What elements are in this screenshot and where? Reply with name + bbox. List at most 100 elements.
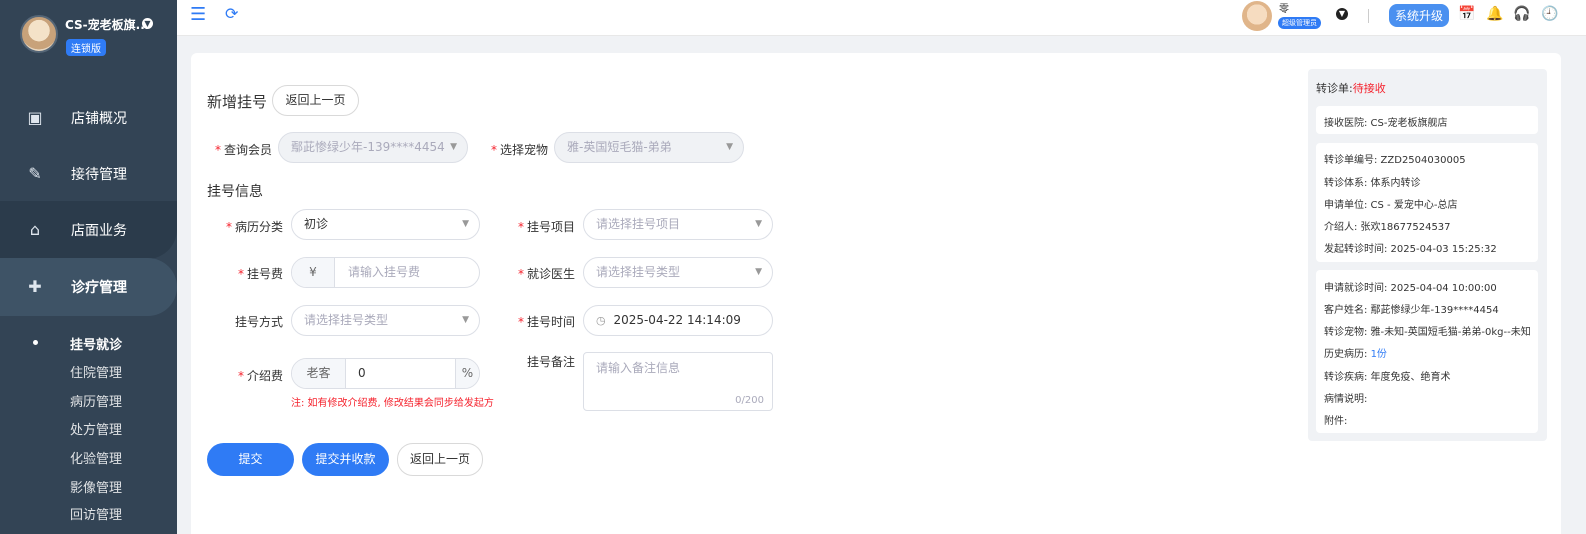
method-placeholder: 请选择挂号类型	[304, 313, 389, 327]
refresh-icon[interactable]: ⟳	[225, 4, 238, 23]
info-row: 发起转诊时间: 2025-04-03 15:25:32	[1324, 244, 1497, 255]
referral-fee-value: 0	[358, 366, 366, 380]
remark-label: 挂号备注	[526, 355, 575, 369]
time-picker[interactable]: ◷ 2025-04-22 14:14:09	[583, 305, 773, 336]
info-row: 历史病历: 1份	[1324, 345, 1387, 360]
store-icon: ⌂	[29, 220, 41, 239]
main-card: 新增挂号 返回上一页 * 查询会员 鄢茈惨绿少年-139****4454 ▼ * 选…	[191, 53, 1561, 534]
caret-down-icon: ▼	[462, 219, 469, 229]
dashboard-icon: ▣	[27, 108, 43, 127]
sub-item-registration[interactable]: 挂号就诊	[70, 334, 122, 353]
pet-label: * 选择宠物	[491, 143, 549, 157]
history-link[interactable]: 1份	[1371, 349, 1387, 360]
referral-note: 注: 如有修改介绍费, 修改结果会同步给发起方	[291, 398, 494, 409]
section-title: 挂号信息	[207, 184, 263, 200]
system-upgrade-button[interactable]: 系统升级	[1389, 4, 1450, 27]
fee-placeholder: 请输入挂号费	[348, 265, 421, 279]
member-label: * 查询会员	[215, 143, 273, 157]
sub-item-lab[interactable]: 化验管理	[70, 448, 122, 467]
doctor-label: * 就诊医生	[517, 267, 575, 281]
topbar: ☰ ⟳ 零 超级管理员 ▼ 系统升级 📅 🔔 🎧 🕘	[177, 0, 1586, 36]
referral-fee-input[interactable]: 老客 0 %	[291, 358, 480, 389]
submit-and-pay-button[interactable]: 提交并收款	[302, 443, 389, 476]
char-counter: 0/200	[735, 395, 764, 406]
info-row: 申请单位: CS - 爱宠中心-总店	[1324, 200, 1458, 211]
user-name: 零	[1279, 4, 1289, 15]
receive-hospital: 接收医院: CS-宠老板旗舰店	[1324, 118, 1448, 129]
sub-item-imaging[interactable]: 影像管理	[70, 477, 122, 496]
info-row: 病情说明:	[1324, 394, 1368, 405]
info-row: 转诊宠物: 雅-未知-英国短毛猫-弟弟-0kg--未知	[1324, 327, 1531, 338]
menu-icon[interactable]: ☰	[190, 4, 206, 25]
time-label: * 挂号时间	[517, 315, 575, 329]
headset-icon[interactable]: 🎧	[1513, 5, 1531, 23]
chevron-down-icon[interactable]: ▼	[142, 18, 153, 29]
nav-label: 店铺概况	[71, 111, 127, 127]
nav-label: 接待管理	[71, 167, 127, 183]
customer-type-prefix: 老客	[292, 359, 346, 388]
method-select[interactable]: 请选择挂号类型 ▼	[291, 305, 480, 336]
fee-input[interactable]: ¥ 请输入挂号费	[291, 257, 480, 288]
info-row: 附件:	[1324, 416, 1348, 427]
clock-icon[interactable]: 🕘	[1541, 5, 1559, 23]
caret-down-icon: ▼	[726, 142, 733, 152]
sidebar: CS-宠老板旗... ▼ 连锁版 ▣ 店铺概况 ✎ 接待管理 ⌂ 店面业务 ✚ …	[0, 0, 177, 534]
referral-status: 待接收	[1352, 82, 1386, 95]
nav-item-reception[interactable]: ✎ 接待管理	[0, 145, 177, 203]
referral-header-label: 转诊单:	[1316, 82, 1353, 95]
sub-item-inpatient[interactable]: 住院管理	[70, 362, 122, 381]
caret-down-icon: ▼	[462, 315, 469, 325]
member-select[interactable]: 鄢茈惨绿少年-139****4454 ▼	[278, 132, 468, 163]
receive-card: 接收医院: CS-宠老板旗舰店	[1316, 106, 1538, 134]
divider	[1368, 9, 1369, 23]
sub-item-followup[interactable]: 回访管理	[70, 504, 122, 523]
pet-value: 雅-英国短毛猫-弟弟	[567, 140, 672, 154]
reception-icon: ✎	[28, 164, 42, 183]
pet-select[interactable]: 雅-英国短毛猫-弟弟 ▼	[554, 132, 744, 163]
medical-kit-icon: ✚	[28, 277, 42, 296]
store-brand[interactable]: CS-宠老板旗... ▼ 连锁版	[0, 0, 177, 70]
nav-item-medical[interactable]: ✚ 诊疗管理	[0, 258, 177, 316]
patient-info-card: 申请就诊时间: 2025-04-04 10:00:00 客户姓名: 鄢茈惨绿少年…	[1316, 270, 1538, 433]
caret-down-icon: ▼	[755, 219, 762, 229]
record-type-label: * 病历分类	[225, 220, 283, 234]
chevron-down-icon[interactable]: ▼	[1336, 8, 1348, 20]
user-avatar[interactable]	[1242, 1, 1272, 31]
percent-suffix: %	[455, 359, 479, 388]
bell-icon[interactable]: 🔔	[1486, 5, 1504, 23]
member-value: 鄢茈惨绿少年-139****4454	[291, 140, 445, 154]
remark-textarea[interactable]: 请输入备注信息 0/200	[583, 352, 773, 411]
store-name: CS-宠老板旗...	[65, 18, 150, 32]
back-button[interactable]: 返回上一页	[272, 85, 359, 116]
currency-prefix: ¥	[292, 258, 335, 287]
sub-item-records[interactable]: 病历管理	[70, 391, 122, 410]
referral-header: 转诊单:待接收	[1316, 80, 1386, 96]
info-row: 转诊单编号: ZZD2504030005	[1324, 155, 1466, 166]
referral-panel: 转诊单:待接收 接收医院: CS-宠老板旗舰店 转诊单编号: ZZD250403…	[1308, 69, 1547, 441]
info-row: 客户姓名: 鄢茈惨绿少年-139****4454	[1324, 305, 1499, 316]
record-type-value: 初诊	[304, 217, 329, 231]
user-role-badge: 超级管理员	[1278, 17, 1321, 29]
calendar-icon[interactable]: 📅	[1458, 5, 1476, 23]
nav-item-store[interactable]: ⌂ 店面业务	[0, 201, 177, 259]
active-dot	[33, 340, 38, 345]
submit-button[interactable]: 提交	[207, 443, 294, 476]
back-button-bottom[interactable]: 返回上一页	[397, 443, 483, 476]
sub-item-prescription[interactable]: 处方管理	[70, 419, 122, 438]
caret-down-icon: ▼	[450, 142, 457, 152]
info-row: 申请就诊时间: 2025-04-04 10:00:00	[1324, 283, 1497, 294]
info-row: 转诊体系: 体系内转诊	[1324, 178, 1421, 189]
record-type-select[interactable]: 初诊 ▼	[291, 209, 480, 240]
item-label: * 挂号项目	[517, 220, 575, 234]
nav-item-dashboard[interactable]: ▣ 店铺概况	[0, 89, 177, 147]
info-row: 转诊疾病: 年度免疫、绝育术	[1324, 372, 1451, 383]
doctor-select[interactable]: 请选择挂号类型 ▼	[583, 257, 773, 288]
clock-icon: ◷	[596, 314, 606, 327]
caret-down-icon: ▼	[755, 267, 762, 277]
item-select[interactable]: 请选择挂号项目 ▼	[583, 209, 773, 240]
store-avatar	[20, 15, 58, 53]
info-row: 介绍人: 张欢18677524537	[1324, 222, 1451, 233]
doctor-placeholder: 请选择挂号类型	[596, 265, 681, 279]
nav-label: 店面业务	[71, 223, 127, 239]
referral-fee-label: * 介绍费	[237, 369, 283, 383]
